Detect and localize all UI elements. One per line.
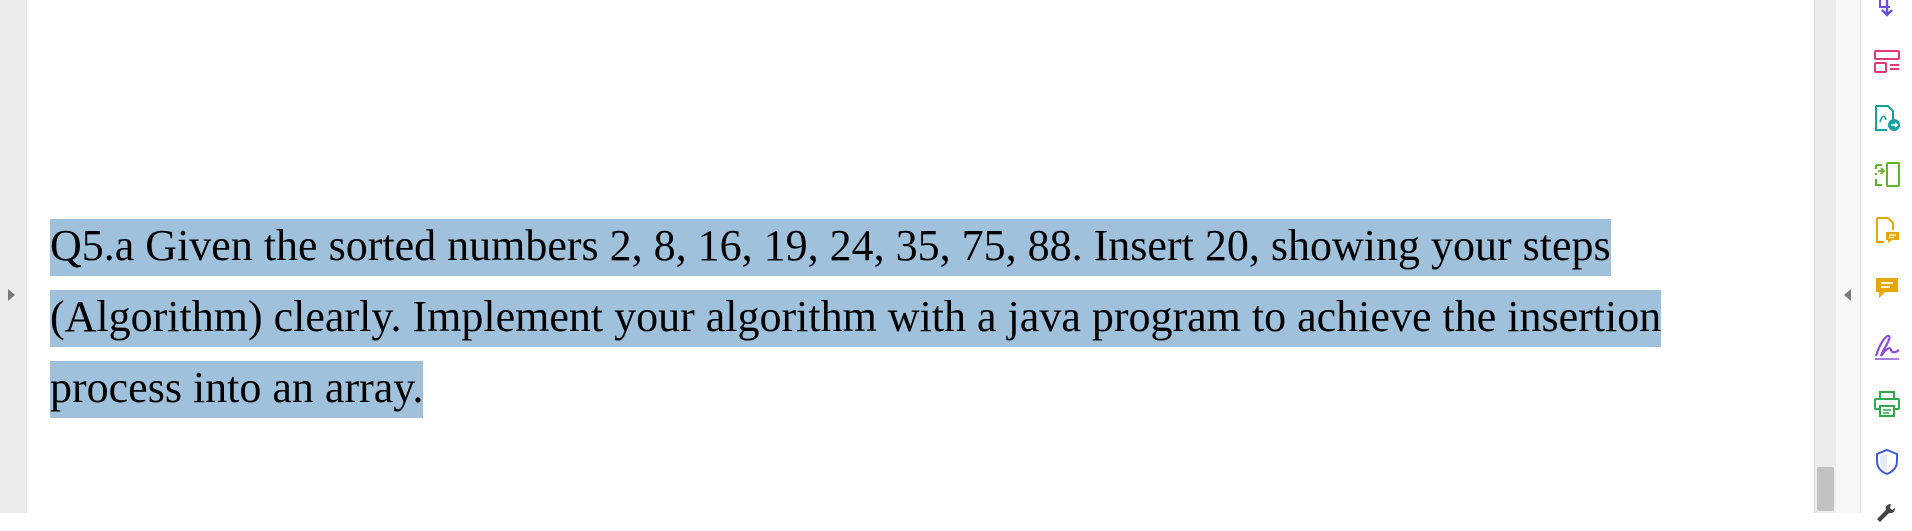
- export-pdf-tool[interactable]: [1871, 0, 1903, 24]
- export-pdf-icon: [1879, 0, 1893, 17]
- print-production-tool[interactable]: [1871, 388, 1903, 420]
- organize-pages-tool[interactable]: [1871, 45, 1903, 77]
- document-page: Q5.a Given the sorted numbers 2, 8, 16, …: [27, 0, 1814, 513]
- more-tools-tool[interactable]: [1871, 499, 1903, 531]
- compress-pdf-tool[interactable]: [1871, 158, 1903, 190]
- edit-pdf-tool[interactable]: [1871, 214, 1903, 246]
- protect-tool[interactable]: [1871, 446, 1903, 478]
- expand-right-panel-icon[interactable]: [1844, 289, 1851, 301]
- edit-pdf-icon: [1876, 217, 1899, 243]
- fill-sign-tool[interactable]: [1871, 330, 1903, 362]
- text-line[interactable]: Q5.a Given the sorted numbers 2, 8, 16, …: [50, 210, 1810, 281]
- selected-text-block[interactable]: Q5.a Given the sorted numbers 2, 8, 16, …: [50, 210, 1810, 423]
- text-line[interactable]: process into an array.: [50, 352, 1810, 423]
- create-pdf-tool[interactable]: [1871, 102, 1903, 134]
- fill-sign-icon: [1874, 334, 1900, 360]
- text-line[interactable]: (Algorithm) clearly. Implement your algo…: [50, 281, 1810, 352]
- tools-rail: [1861, 0, 1912, 522]
- expand-left-panel-icon[interactable]: [8, 289, 15, 301]
- right-panel-gutter: [1836, 0, 1861, 513]
- print-production-icon: [1874, 391, 1900, 417]
- scrollbar-thumb[interactable]: [1817, 467, 1834, 511]
- selection-highlight: process into an array.: [50, 361, 424, 418]
- vertical-scrollbar[interactable]: [1814, 0, 1837, 513]
- more-tools-icon: [1877, 504, 1895, 522]
- compress-pdf-icon: [1875, 162, 1900, 187]
- comment-icon: [1876, 278, 1898, 298]
- create-pdf-icon: [1875, 105, 1900, 131]
- comment-tool[interactable]: [1871, 272, 1903, 304]
- selection-highlight: (Algorithm) clearly. Implement your algo…: [50, 290, 1662, 347]
- selection-highlight: Q5.a Given the sorted numbers 2, 8, 16, …: [50, 219, 1611, 276]
- left-panel-gutter: [0, 0, 27, 513]
- protect-icon: [1876, 448, 1898, 476]
- organize-pages-icon: [1874, 50, 1900, 73]
